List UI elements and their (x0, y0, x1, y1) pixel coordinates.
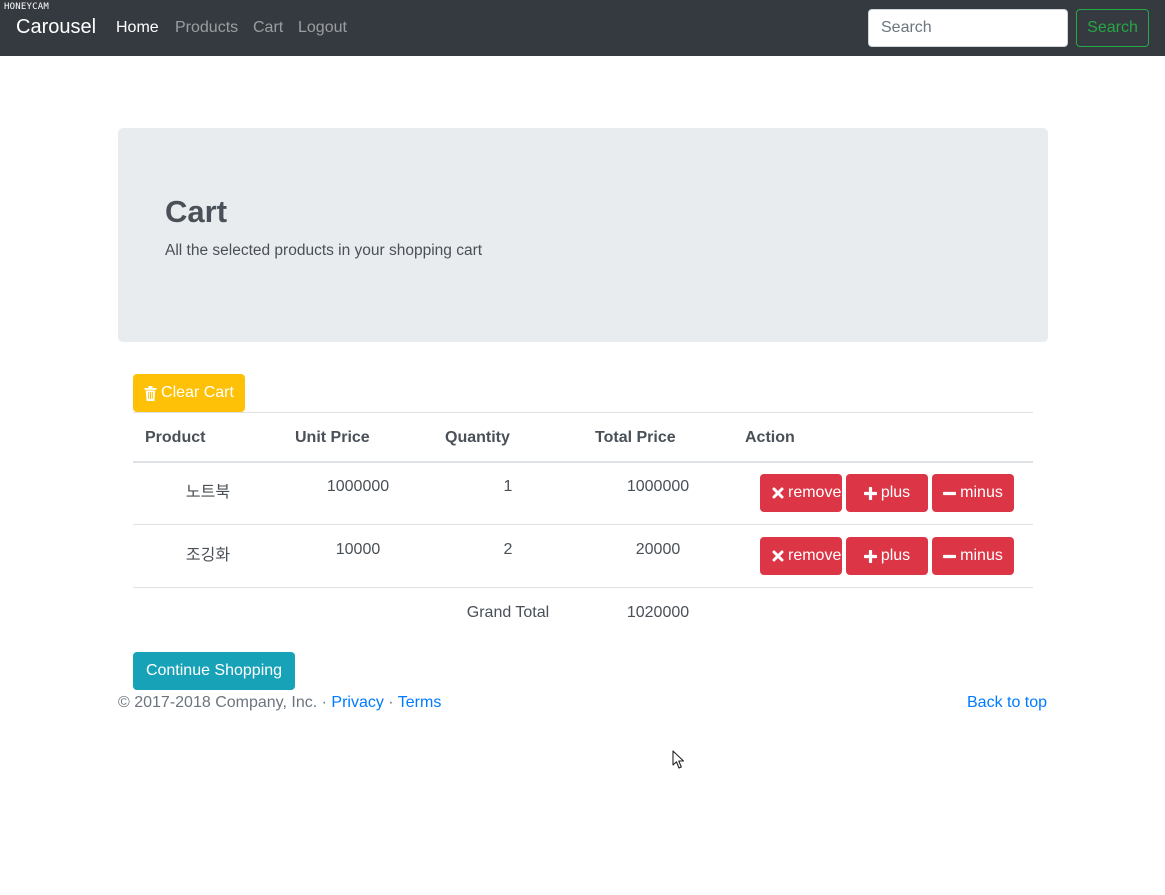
watermark-text: HONEYCAM (4, 2, 49, 12)
cell-product: 조깅화 (185, 547, 231, 564)
privacy-link[interactable]: Privacy (331, 694, 383, 711)
plus-button[interactable]: plus (846, 537, 928, 575)
grand-total-value: 1020000 (626, 604, 690, 621)
search-button[interactable]: Search (1076, 9, 1149, 47)
search-input[interactable] (868, 9, 1068, 47)
nav-link-home[interactable]: Home (116, 19, 159, 37)
cell-unit-price: 1000000 (326, 478, 390, 495)
minus-label: minus (960, 484, 1003, 501)
remove-label: remove (788, 547, 842, 564)
nav-link-products[interactable]: Products (175, 19, 238, 37)
footer-separator: · (383, 694, 398, 711)
plus-label: plus (880, 484, 911, 501)
x-icon (772, 550, 784, 562)
trash-icon (144, 385, 157, 401)
table-header-border (133, 461, 1033, 463)
cell-unit-price: 10000 (335, 541, 381, 558)
column-header-total-price: Total Price (595, 429, 676, 446)
page-title: Cart (165, 194, 228, 229)
plus-button[interactable]: plus (846, 474, 928, 512)
cell-total-price: 1000000 (626, 478, 690, 495)
jumbotron: Cart All the selected products in your s… (118, 128, 1048, 342)
nav-link-logout[interactable]: Logout (298, 19, 347, 37)
mouse-cursor-icon (672, 750, 685, 769)
column-header-unit-price: Unit Price (295, 429, 370, 446)
plus-label: plus (880, 547, 911, 564)
terms-link[interactable]: Terms (398, 694, 442, 711)
cell-quantity: 2 (503, 541, 513, 558)
clear-cart-button[interactable]: Clear Cart (133, 374, 245, 412)
column-header-quantity: Quantity (445, 429, 510, 446)
x-icon (772, 487, 784, 499)
back-to-top-link[interactable]: Back to top (967, 694, 1047, 712)
plus-icon (863, 486, 877, 500)
minus-icon (943, 491, 957, 495)
cell-total-price: 20000 (635, 541, 681, 558)
remove-button[interactable]: remove (760, 474, 842, 512)
column-header-action: Action (745, 429, 795, 446)
nav-link-cart[interactable]: Cart (253, 19, 283, 37)
grand-total-label: Grand Total (466, 604, 550, 621)
plus-icon (863, 549, 877, 563)
minus-icon (943, 554, 957, 558)
minus-label: minus (960, 547, 1003, 564)
cell-product: 노트북 (185, 484, 231, 501)
copyright-text: © 2017-2018 Company, Inc. · (118, 694, 332, 711)
page-subtitle: All the selected products in your shoppi… (165, 242, 483, 259)
table-row-border (133, 524, 1033, 525)
remove-label: remove (788, 484, 842, 501)
remove-button[interactable]: remove (760, 537, 842, 575)
continue-shopping-button[interactable]: Continue Shopping (133, 652, 295, 690)
navbar: Carousel Home Products Cart Logout Searc… (0, 0, 1165, 56)
minus-button[interactable]: minus (932, 474, 1014, 512)
minus-button[interactable]: minus (932, 537, 1014, 575)
table-row-border (133, 587, 1033, 588)
footer-text: © 2017-2018 Company, Inc. · Privacy · Te… (118, 694, 441, 712)
clear-cart-label: Clear Cart (161, 384, 234, 401)
column-header-product: Product (145, 429, 206, 446)
cell-quantity: 1 (503, 478, 513, 495)
table-top-border (133, 412, 1033, 413)
navbar-brand[interactable]: Carousel (16, 16, 96, 39)
